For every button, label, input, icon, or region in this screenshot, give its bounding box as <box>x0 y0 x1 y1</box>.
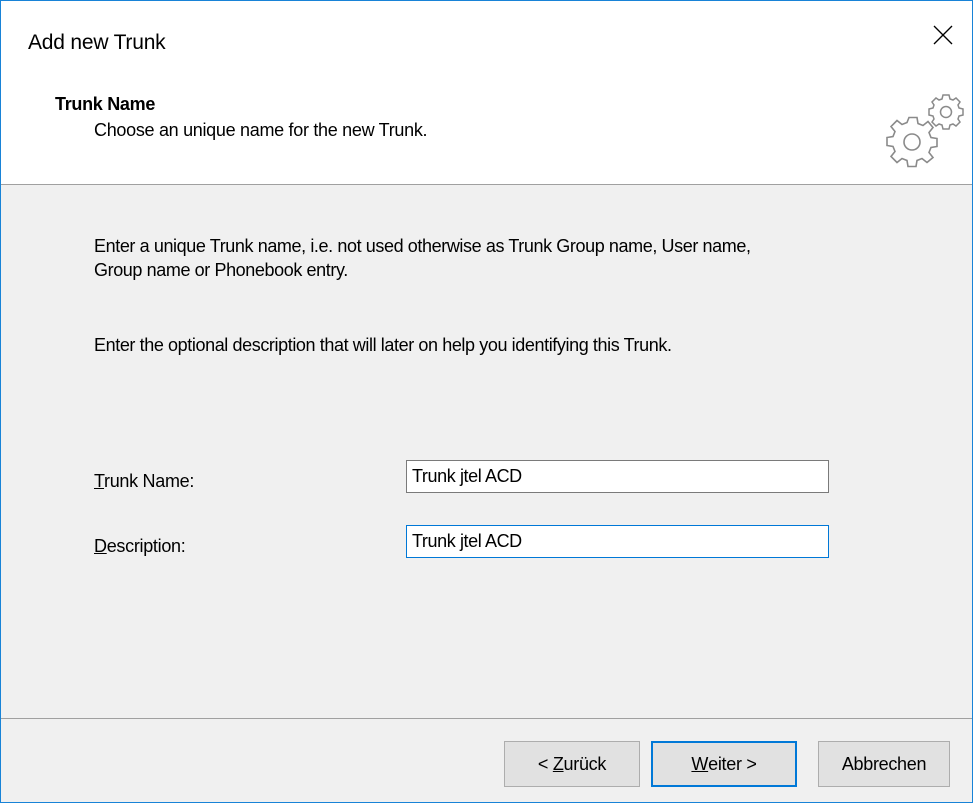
instruction-description: Enter the optional description that will… <box>94 335 672 355</box>
gears-icon <box>886 94 964 168</box>
instruction-line-2: Group name or Phonebook entry. <box>94 260 348 280</box>
dialog-window: Add new Trunk Trunk Name Choose an uniqu… <box>0 0 973 803</box>
close-button[interactable] <box>914 9 972 61</box>
description-label: Description: <box>94 536 186 556</box>
next-button[interactable]: Weiter > <box>651 741 797 787</box>
trunk-name-label: Trunk Name: <box>94 471 195 491</box>
trunk-name-input[interactable] <box>406 460 829 493</box>
back-button[interactable]: < Zurück <box>504 741 640 787</box>
header-title: Trunk Name <box>55 94 156 114</box>
close-icon <box>933 25 953 45</box>
instruction-line-1: Enter a unique Trunk name, i.e. not used… <box>94 236 751 256</box>
cancel-button[interactable]: Abbrechen <box>818 741 950 787</box>
wizard-header: Trunk Name Choose an unique name for the… <box>1 65 972 185</box>
title-bar[interactable]: Add new Trunk <box>1 1 972 65</box>
window-title: Add new Trunk <box>28 31 166 54</box>
footer-divider <box>1 718 972 719</box>
description-input[interactable] <box>406 525 829 558</box>
header-subtitle: Choose an unique name for the new Trunk. <box>94 120 428 140</box>
